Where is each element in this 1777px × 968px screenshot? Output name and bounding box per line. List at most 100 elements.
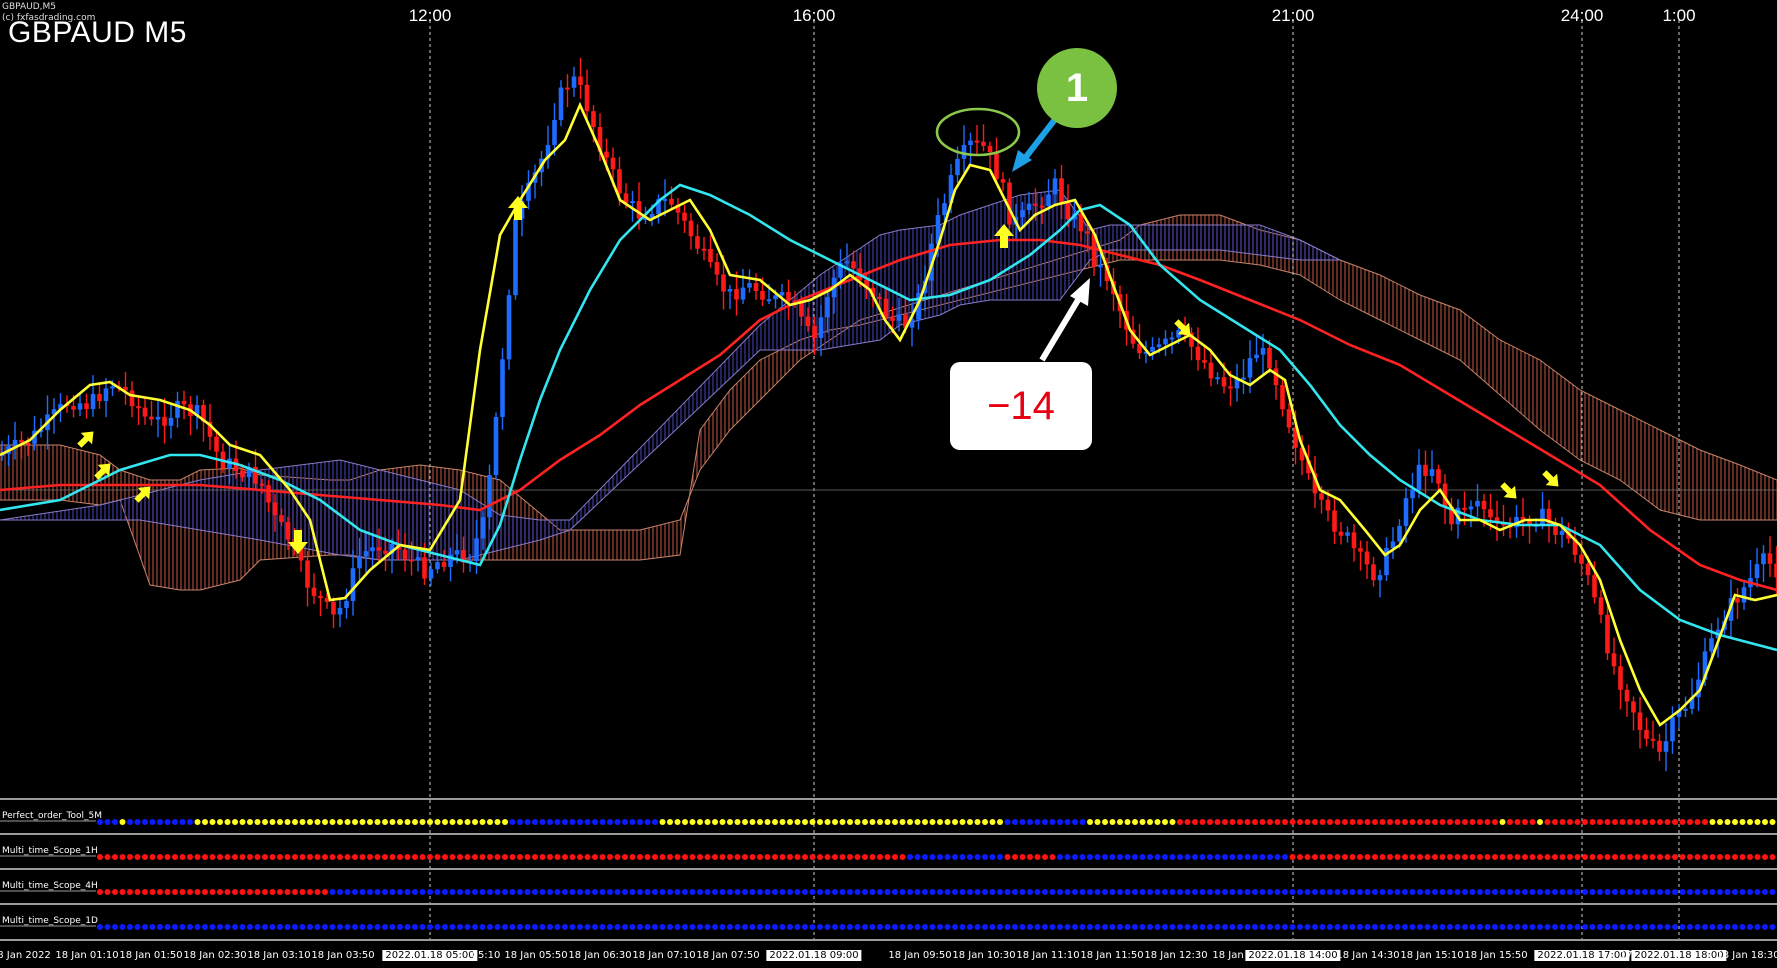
candle-body [357, 556, 362, 569]
indicator-dot [1312, 889, 1318, 895]
indicator-dot [757, 819, 763, 825]
indicator-dot [1402, 819, 1408, 825]
indicator-dot [1349, 889, 1356, 895]
candle-body [500, 359, 505, 417]
indicator-dot [479, 924, 486, 930]
indicator-dot [172, 854, 178, 860]
indicator-dot [1214, 889, 1221, 895]
indicator-dot [1732, 854, 1738, 860]
candle-body [337, 607, 343, 615]
indicator-dot [944, 819, 951, 825]
indicator-dot [1342, 854, 1348, 860]
indicator-dot [1199, 889, 1206, 895]
indicator-dot [1409, 819, 1416, 825]
indicator-dot [832, 924, 838, 930]
candle-body [1247, 358, 1253, 378]
indicator-dot [862, 924, 868, 930]
candle-body [1338, 531, 1344, 536]
indicator-dot [329, 889, 336, 895]
indicator-dot [1762, 819, 1768, 825]
indicator-dot [1747, 924, 1753, 930]
indicator-dot [1357, 819, 1363, 825]
indicator-dot [1529, 854, 1536, 860]
indicator-dot [697, 889, 703, 895]
indicator-dot [239, 924, 246, 930]
indicator-dot [1267, 854, 1273, 860]
indicator-dot [1627, 924, 1633, 930]
indicator-dot [1274, 924, 1281, 930]
bottom-time-tick: 2022.01.18 17:00 [1534, 950, 1630, 961]
indicator-dot [427, 889, 433, 895]
candle-body [714, 262, 720, 275]
candle-body [1085, 231, 1090, 234]
indicator-dot [509, 889, 516, 895]
indicator-dot [1604, 819, 1611, 825]
indicator-label-1d: Multi_time_Scope_1D [2, 916, 98, 926]
indicator-dot [487, 854, 493, 860]
indicator-dot [1499, 889, 1506, 895]
indicator-dot [689, 889, 696, 895]
indicator-dot [1544, 854, 1551, 860]
indicator-dot [869, 854, 876, 860]
indicator-dot [1559, 924, 1566, 930]
indicator-dot [847, 924, 853, 930]
indicator-dot [1522, 819, 1528, 825]
indicator-dot [712, 889, 718, 895]
candle-body [1351, 532, 1357, 549]
candle-body [266, 485, 271, 503]
candle-body [1358, 548, 1363, 552]
indicator-dot [757, 854, 763, 860]
indicator-dot [1094, 924, 1101, 930]
indicator-dot [967, 854, 973, 860]
indicator-dot [1139, 889, 1146, 895]
candle-body [1371, 564, 1376, 581]
indicator-dot [1627, 854, 1633, 860]
indicator-dot [1372, 889, 1378, 895]
chart-menu-label[interactable]: GBPAUD,M5 [2, 2, 56, 12]
candle-body [1650, 738, 1656, 741]
indicator-dot [532, 924, 538, 930]
indicator-dot [404, 889, 411, 895]
candle-body [376, 547, 382, 551]
candle-body [753, 283, 759, 292]
indicator-dot [592, 854, 598, 860]
indicator-dot [1619, 924, 1626, 930]
indicator-dot [1724, 854, 1731, 860]
indicator-dot [1679, 889, 1686, 895]
candle-body [1605, 614, 1610, 654]
indicator-dot [442, 854, 448, 860]
indicator-dot [1634, 889, 1641, 895]
indicator-dot [1537, 889, 1543, 895]
indicator-dot [1424, 819, 1431, 825]
indicator-dot [1192, 854, 1198, 860]
candle-body [942, 203, 947, 216]
candle-body [363, 551, 369, 557]
indicator-dot [419, 924, 426, 930]
indicator-dot [164, 819, 171, 825]
candle-body [1761, 553, 1766, 565]
indicator-dot [1192, 819, 1198, 825]
bottom-time-tick: 2022.01.18 18:00 [1631, 950, 1727, 961]
indicator-dot [989, 854, 996, 860]
indicator-dot [1687, 819, 1693, 825]
indicator-dot [1589, 889, 1596, 895]
indicator-dot [614, 854, 621, 860]
indicator-dot [262, 889, 268, 895]
indicator-dot [1102, 889, 1108, 895]
indicator-dot [487, 819, 493, 825]
indicator-dot [1012, 889, 1018, 895]
indicator-dot [509, 924, 516, 930]
candle-body [1195, 346, 1201, 361]
indicator-dot [554, 889, 561, 895]
indicator-dot [1027, 924, 1033, 930]
indicator-dot [802, 889, 808, 895]
indicator-dot [1267, 924, 1273, 930]
price-chart[interactable] [0, 0, 1777, 968]
indicator-dot [1649, 819, 1656, 825]
indicator-dot [187, 854, 193, 860]
candle-body [1039, 205, 1045, 208]
indicator-dot [592, 889, 598, 895]
indicator-dot [614, 889, 621, 895]
candle-body [415, 557, 421, 560]
candle-body [1345, 532, 1350, 536]
